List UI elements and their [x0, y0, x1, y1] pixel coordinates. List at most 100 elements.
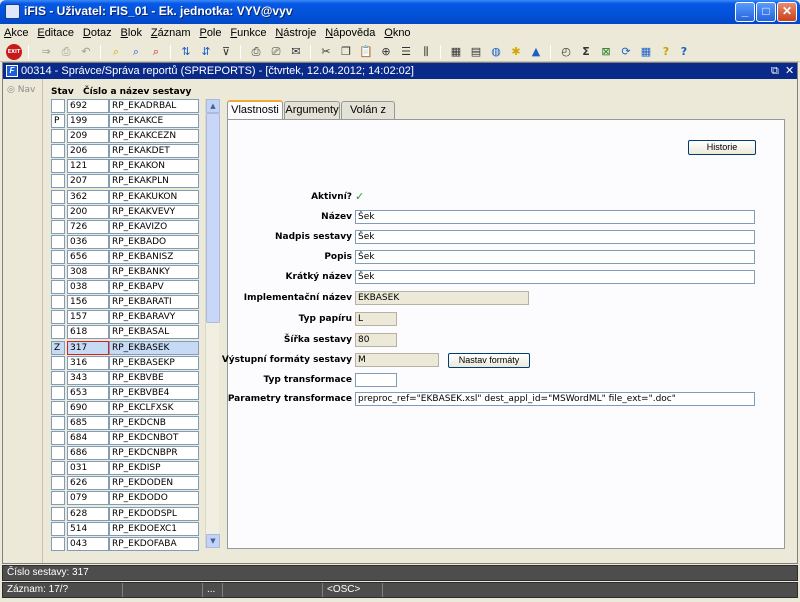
list-scrollbar[interactable]: ▲ ▼ — [205, 99, 220, 548]
table-row[interactable]: 043 RP_EKDOFABA — [51, 536, 199, 552]
row-status-cell[interactable] — [51, 249, 65, 264]
row-name-cell[interactable]: RP_EKDODEN — [109, 476, 199, 491]
nadpis-field[interactable]: Šek — [355, 230, 755, 244]
row-name-cell[interactable]: RP_EKBANISZ — [109, 249, 199, 264]
row-name-cell[interactable]: RP_EKAKPLN — [109, 174, 199, 189]
row-status-cell[interactable]: P — [51, 114, 65, 129]
menu-akce[interactable]: Akce — [4, 24, 28, 42]
row-name-cell[interactable]: RP_EKBARAVY — [109, 310, 199, 325]
row-status-cell[interactable] — [51, 491, 65, 506]
print-preview-icon[interactable]: ⎚ — [268, 44, 284, 60]
menu-pole[interactable]: Pole — [199, 24, 221, 42]
menu-funkce[interactable]: Funkce — [230, 24, 266, 42]
row-status-cell[interactable] — [51, 385, 65, 400]
row-status-cell[interactable] — [51, 99, 65, 113]
undo-icon[interactable]: ↶ — [78, 44, 94, 60]
tab-vlastnosti[interactable]: Vlastnosti — [227, 100, 283, 119]
row-status-cell[interactable] — [51, 159, 65, 174]
row-name-cell[interactable]: RP_EKBVBE — [109, 370, 199, 385]
table-row[interactable]: 200 RP_EKAKVEVY — [51, 204, 199, 220]
menu-dotaz[interactable]: Dotaz — [83, 24, 112, 42]
table-row[interactable]: 362 RP_EKAKUKON — [51, 189, 199, 205]
row-number-cell[interactable]: 156 — [67, 295, 109, 310]
help-icon[interactable]: ? — [676, 44, 692, 60]
sort-desc-icon[interactable]: ⇵ — [198, 44, 214, 60]
table-row[interactable]: 684 RP_EKDCNBOT — [51, 431, 199, 446]
tab-volan-z[interactable]: Volán z — [341, 101, 395, 119]
table-row[interactable]: Z 317 RP_EKBASEK — [51, 340, 199, 356]
row-name-cell[interactable]: RP_EKAVIZO — [109, 219, 199, 234]
vystup-field[interactable]: M — [355, 353, 439, 367]
row-number-cell[interactable]: 692 — [67, 99, 109, 113]
table-row[interactable]: 514 RP_EKDOEXC1 — [51, 521, 199, 537]
row-number-cell[interactable]: 200 — [67, 204, 109, 219]
table-row[interactable]: 079 RP_EKDODO — [51, 491, 199, 506]
row-name-cell[interactable]: RP_EKAKVEVY — [109, 204, 199, 219]
excel-icon[interactable]: ⊠ — [598, 44, 614, 60]
menu-editace[interactable]: Editace — [37, 24, 74, 42]
row-number-cell[interactable]: 209 — [67, 129, 109, 144]
row-status-cell[interactable] — [51, 189, 65, 204]
row-name-cell[interactable]: RP_EKAKDET — [109, 144, 199, 159]
row-status-cell[interactable] — [51, 265, 65, 280]
table-row[interactable]: 618 RP_EKBASAL — [51, 325, 199, 340]
row-number-cell[interactable]: 653 — [67, 385, 109, 400]
row-number-cell[interactable]: 316 — [67, 355, 109, 370]
row-name-cell[interactable]: RP_EKDODSPL — [109, 506, 199, 521]
row-status-cell[interactable] — [51, 280, 65, 295]
table-row[interactable]: 653 RP_EKBVBE4 — [51, 385, 199, 401]
row-name-cell[interactable]: RP_EKDODO — [109, 491, 199, 506]
row-number-cell[interactable]: 317 — [67, 340, 109, 355]
row-number-cell[interactable]: 206 — [67, 144, 109, 159]
menu-zaznam[interactable]: Záznam — [151, 24, 191, 42]
table-row[interactable]: 685 RP_EKDCNB — [51, 415, 199, 431]
row-number-cell[interactable]: 684 — [67, 431, 109, 446]
table-row[interactable]: 121 RP_EKAKON — [51, 159, 199, 174]
row-name-cell[interactable]: RP_EKBANKY — [109, 265, 199, 280]
row-status-cell[interactable] — [51, 310, 65, 325]
paste-icon[interactable]: 📋 — [358, 44, 374, 60]
row-status-cell[interactable]: Z — [51, 340, 65, 355]
grid-icon[interactable]: ▦ — [638, 44, 654, 60]
scroll-thumb[interactable] — [206, 113, 220, 323]
row-status-cell[interactable] — [51, 461, 65, 476]
globe-icon[interactable]: ◍ — [488, 44, 504, 60]
table-row[interactable]: 209 RP_EKAKCEZN — [51, 129, 199, 144]
menu-blok[interactable]: Blok — [121, 24, 142, 42]
nastav-formaty-button[interactable]: Nastav formáty — [448, 353, 530, 368]
row-status-cell[interactable] — [51, 521, 65, 536]
row-number-cell[interactable]: 031 — [67, 461, 109, 476]
table-row[interactable]: 038 RP_EKBAPV — [51, 280, 199, 295]
table-row[interactable]: 686 RP_EKDCNBPR — [51, 446, 199, 461]
row-number-cell[interactable]: 628 — [67, 506, 109, 521]
row-status-cell[interactable] — [51, 415, 65, 430]
row-number-cell[interactable]: 079 — [67, 491, 109, 506]
calculator-icon[interactable]: ▦ — [448, 44, 464, 60]
row-number-cell[interactable]: 618 — [67, 325, 109, 340]
table-row[interactable]: 656 RP_EKBANISZ — [51, 249, 199, 265]
table-row[interactable]: 343 RP_EKBVBE — [51, 370, 199, 386]
row-number-cell[interactable]: 626 — [67, 476, 109, 491]
row-name-cell[interactable]: RP_EKADRBAL — [109, 99, 199, 113]
save-icon[interactable]: ⇒ — [38, 44, 54, 60]
row-status-cell[interactable] — [51, 370, 65, 385]
row-name-cell[interactable]: RP_EKBARATI — [109, 295, 199, 310]
row-number-cell[interactable]: 514 — [67, 521, 109, 536]
print-icon[interactable]: ⎙ — [248, 44, 264, 60]
row-status-cell[interactable] — [51, 506, 65, 521]
table-row[interactable]: 156 RP_EKBARATI — [51, 295, 199, 310]
row-status-cell[interactable] — [51, 234, 65, 249]
row-status-cell[interactable] — [51, 204, 65, 219]
row-status-cell[interactable] — [51, 129, 65, 144]
triangle-icon[interactable]: ▲ — [528, 44, 544, 60]
row-name-cell[interactable]: RP_EKBAPV — [109, 280, 199, 295]
clock-icon[interactable]: ◴ — [558, 44, 574, 60]
row-name-cell[interactable]: RP_EKBASEKP — [109, 355, 199, 370]
row-name-cell[interactable]: RP_EKDCNB — [109, 415, 199, 430]
row-name-cell[interactable]: RP_EKBVBE4 — [109, 385, 199, 400]
filter-icon[interactable]: ⊽ — [218, 44, 234, 60]
table-row[interactable]: 690 RP_EKCLFXSK — [51, 400, 199, 416]
maximize-button[interactable]: □ — [756, 2, 776, 22]
table-row[interactable]: 206 RP_EKAKDET — [51, 144, 199, 159]
row-name-cell[interactable]: RP_EKBADO — [109, 234, 199, 249]
